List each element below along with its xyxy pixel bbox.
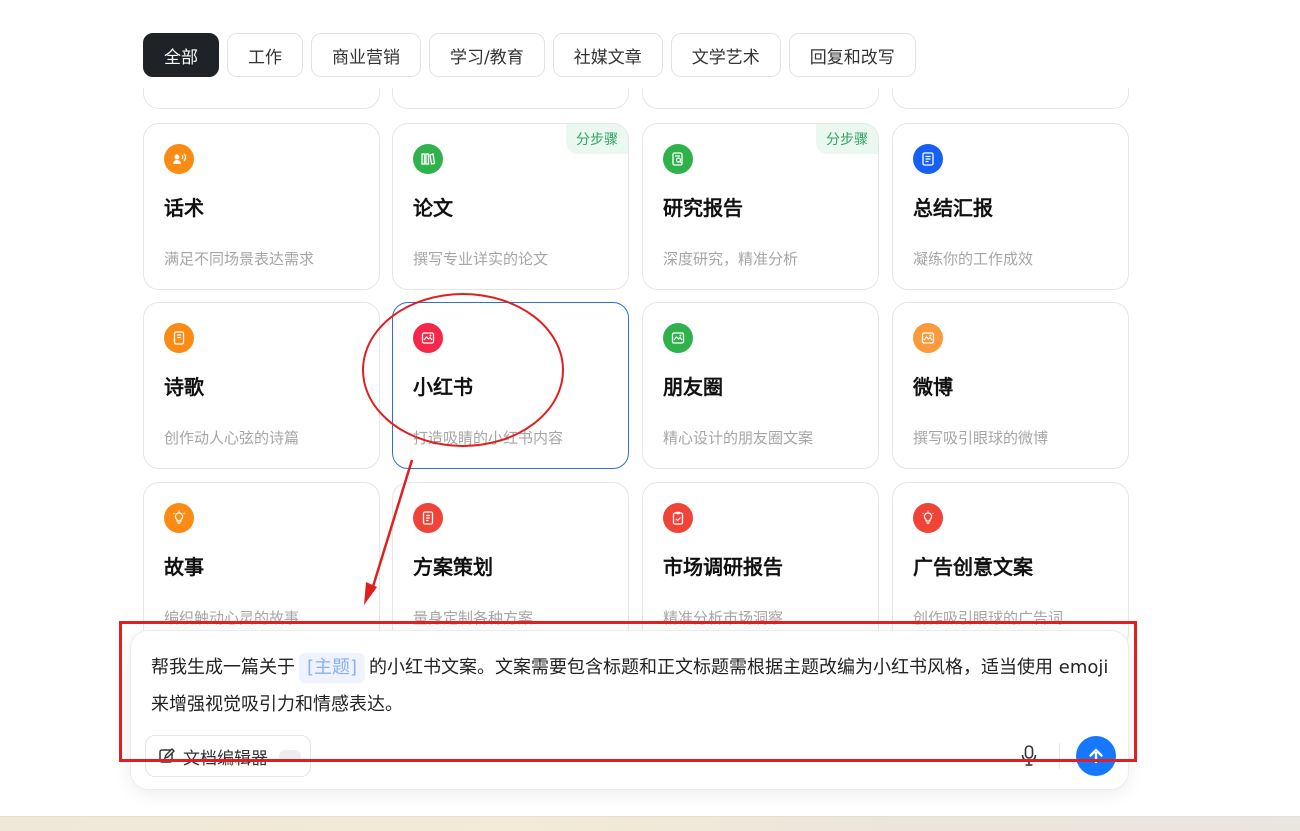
card-research-report[interactable]: 分步骤 研究报告 深度研究，精准分析 — [642, 123, 879, 290]
library-icon — [413, 144, 443, 174]
document-icon — [913, 144, 943, 174]
card-description: 满足不同场景表达需求 — [164, 250, 315, 268]
card-description: 创作动人心弦的诗篇 — [164, 429, 300, 447]
card-title: 朋友圈 — [663, 375, 723, 399]
card-title: 话术 — [164, 196, 204, 220]
card-partial[interactable] — [892, 88, 1129, 109]
category-tabs: 全部 工作 商业营销 学习/教育 社媒文章 文学艺术 回复和改写 — [143, 33, 916, 77]
image-post-icon — [913, 323, 943, 353]
annotation-rectangle — [119, 621, 1137, 762]
tab-business-marketing[interactable]: 商业营销 — [311, 33, 421, 77]
card-description: 撰写吸引眼球的微博 — [913, 429, 1049, 447]
step-badge: 分步骤 — [566, 124, 628, 154]
card-title: 市场调研报告 — [663, 555, 783, 579]
card-title: 广告创意文案 — [913, 555, 1033, 579]
card-script[interactable]: 话术 满足不同场景表达需求 — [143, 123, 380, 290]
card-title: 总结汇报 — [913, 196, 993, 220]
card-description: 深度研究，精准分析 — [663, 250, 799, 268]
taskbar-strip — [0, 816, 1300, 831]
card-title: 研究报告 — [663, 196, 743, 220]
tab-learning-education[interactable]: 学习/教育 — [429, 33, 545, 77]
clipboard-icon — [663, 503, 693, 533]
card-title: 微博 — [913, 375, 953, 399]
card-title: 方案策划 — [413, 555, 493, 579]
lightbulb-icon — [913, 503, 943, 533]
voice-icon — [164, 144, 194, 174]
tab-reply-rewrite[interactable]: 回复和改写 — [788, 33, 916, 77]
card-partial[interactable] — [392, 88, 629, 109]
tab-literature-art[interactable]: 文学艺术 — [670, 33, 781, 77]
card-partial[interactable] — [642, 88, 879, 109]
card-description: 精心设计的朋友圈文案 — [663, 429, 814, 447]
card-thesis[interactable]: 分步骤 论文 撰写专业详实的论文 — [392, 123, 629, 290]
card-poetry[interactable]: 诗歌 创作动人心弦的诗篇 — [143, 302, 380, 469]
plan-icon — [413, 503, 443, 533]
tab-social-media[interactable]: 社媒文章 — [552, 33, 663, 77]
card-weibo[interactable]: 微博 撰写吸引眼球的微博 — [892, 302, 1129, 469]
document-search-icon — [663, 144, 693, 174]
card-title: 诗歌 — [164, 375, 204, 399]
card-title: 故事 — [164, 555, 204, 579]
notebook-icon — [164, 323, 194, 353]
card-summary-report[interactable]: 总结汇报 凝练你的工作成效 — [892, 123, 1129, 290]
card-title: 论文 — [413, 196, 453, 220]
step-badge: 分步骤 — [816, 124, 878, 154]
tab-all[interactable]: 全部 — [143, 33, 219, 77]
annotation-circle — [362, 293, 564, 447]
card-moments[interactable]: 朋友圈 精心设计的朋友圈文案 — [642, 302, 879, 469]
tab-work[interactable]: 工作 — [227, 33, 303, 77]
lightbulb-icon — [164, 503, 194, 533]
card-partial[interactable] — [143, 88, 380, 109]
image-post-icon — [663, 323, 693, 353]
card-description: 凝练你的工作成效 — [913, 250, 1034, 268]
card-description: 撰写专业详实的论文 — [413, 250, 549, 268]
